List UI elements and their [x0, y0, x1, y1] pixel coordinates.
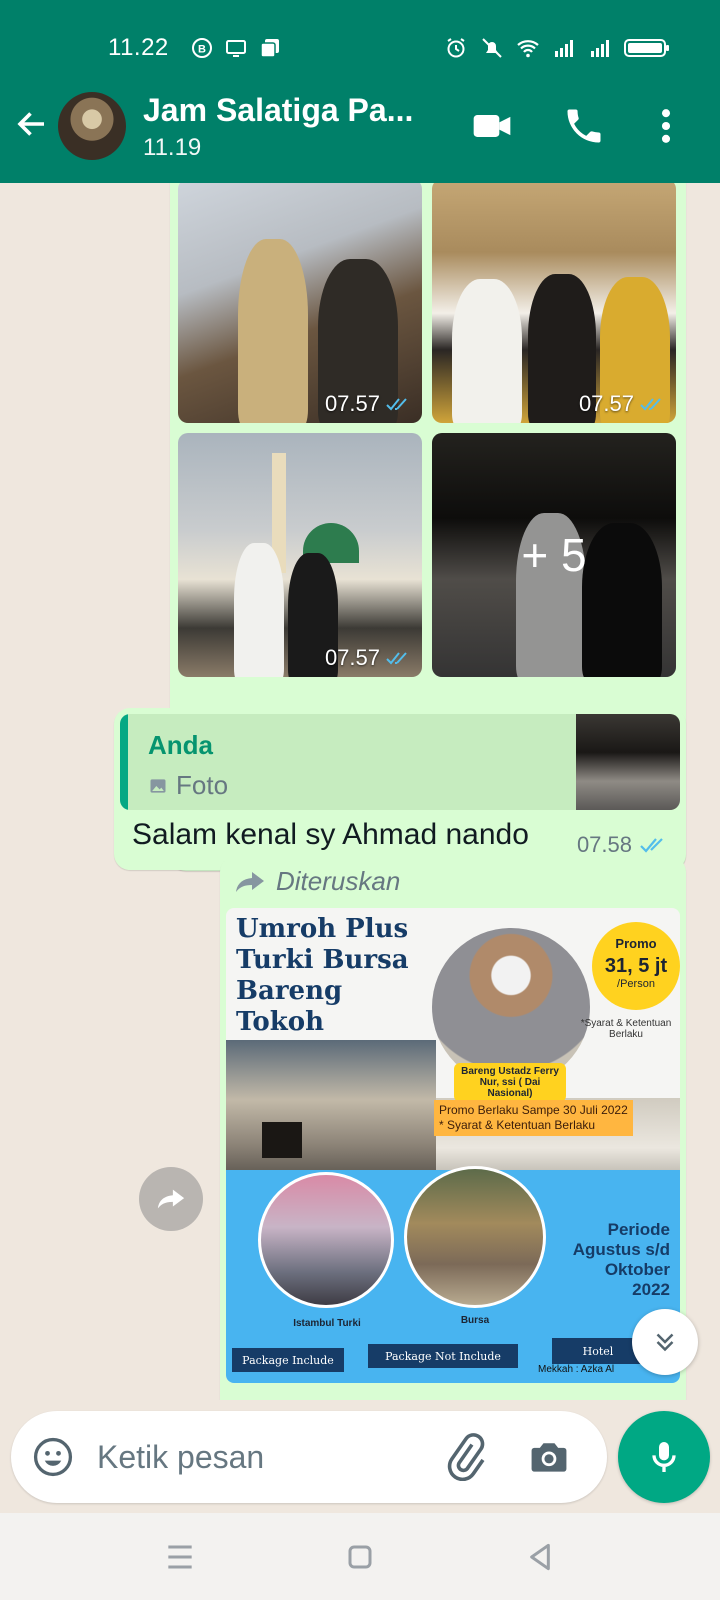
- forward-arrow-icon: [236, 871, 264, 892]
- poster-mecca-photo: [226, 1040, 436, 1190]
- poster-headline: Umroh Plus Turki Bursa Bareng Tokoh: [236, 914, 409, 1037]
- chat-header: Jam Salatiga Pa... 11.19: [0, 88, 720, 168]
- home-icon[interactable]: [340, 1537, 380, 1577]
- voice-message-button[interactable]: [618, 1411, 710, 1503]
- forward-button[interactable]: [139, 1167, 203, 1231]
- message-meta: 07.58: [577, 832, 672, 858]
- svg-text:B: B: [198, 44, 206, 56]
- message-text: Salam kenal sy Ahmad nando: [132, 818, 529, 851]
- attach-icon[interactable]: [441, 1433, 489, 1481]
- video-call-icon[interactable]: [470, 104, 514, 148]
- poster-caption-bursa: Bursa: [460, 1315, 490, 1326]
- quoted-message[interactable]: Anda Foto: [120, 714, 680, 810]
- avatar[interactable]: [58, 92, 126, 160]
- system-navigation-bar: [0, 1513, 720, 1600]
- alarm-icon: [447, 38, 465, 58]
- poster-bursa-photo: [404, 1166, 546, 1308]
- wifi-icon: [517, 40, 539, 58]
- cast-icon: [226, 40, 246, 57]
- promo-poster-image[interactable]: Umroh Plus Turki Bursa Bareng Tokoh Prom…: [226, 908, 680, 1383]
- back-arrow-icon[interactable]: [14, 106, 50, 142]
- mute-icon: [482, 38, 502, 58]
- poster-package-not-include: Package Not Include: [368, 1344, 518, 1368]
- poster-caption-istanbul: Istambul Turki: [293, 1318, 361, 1329]
- b-circle-icon: B: [192, 38, 212, 58]
- photo-thumbnail-more[interactable]: + 5: [432, 433, 676, 677]
- gallery-icon: [260, 39, 279, 58]
- chat-last-seen: 11.19: [143, 134, 202, 161]
- poster-istanbul-photo: [258, 1172, 394, 1308]
- microphone-icon: [652, 1442, 676, 1472]
- poster-promo-badge: Promo 31, 5 jt /Person: [592, 922, 680, 1010]
- read-ticks-icon: [386, 398, 407, 411]
- photo-timestamp: 07.57: [325, 391, 412, 417]
- photo-thumbnail[interactable]: 07.57: [432, 183, 676, 423]
- double-chevron-down-icon: [656, 1333, 674, 1352]
- scroll-to-bottom-button[interactable]: [632, 1309, 698, 1375]
- message-input[interactable]: Ketik pesan: [97, 1439, 264, 1476]
- read-ticks-icon: [386, 652, 407, 665]
- quoted-sender: Anda: [148, 730, 213, 760]
- chat-title[interactable]: Jam Salatiga Pa...: [143, 92, 413, 129]
- photo-thumbnail[interactable]: 07.57: [178, 183, 422, 423]
- poster-period: Periode Agustus s/d Oktober 2022: [572, 1220, 670, 1299]
- quoted-photo-thumbnail: [576, 714, 680, 810]
- poster-package-include: Package Include: [232, 1348, 344, 1372]
- forwarded-label: Diteruskan: [234, 866, 400, 897]
- read-ticks-icon: [640, 398, 661, 411]
- camera-icon[interactable]: [527, 1435, 571, 1479]
- forward-arrow-icon: [157, 1189, 185, 1209]
- image-icon: [150, 778, 166, 793]
- status-time: 11.22: [108, 34, 169, 61]
- signal-icon: [555, 40, 573, 57]
- more-options-icon[interactable]: [644, 104, 688, 148]
- message-composer: Ketik pesan: [11, 1411, 607, 1503]
- read-ticks-icon: [640, 838, 663, 853]
- photo-timestamp: 07.57: [579, 391, 666, 417]
- poster-hotel: Hotel: [552, 1338, 644, 1364]
- reply-message[interactable]: Anda Foto Salam kenal sy Ahmad nando 07.…: [114, 708, 686, 870]
- more-photos-count: + 5: [432, 433, 676, 677]
- poster-ustadz-name: Bareng Ustadz Ferry Nur, ssi ( Dai Nasio…: [454, 1063, 566, 1102]
- menu-icon[interactable]: [160, 1537, 200, 1577]
- photo-timestamp: 07.57: [325, 645, 412, 671]
- back-triangle-icon[interactable]: [520, 1537, 560, 1577]
- forwarded-message[interactable]: Diteruskan Umroh Plus Turki Bursa Bareng…: [220, 856, 686, 1400]
- signal-icon: [591, 40, 609, 57]
- poster-validity: Promo Berlaku Sampe 30 Juli 2022 * Syara…: [434, 1100, 633, 1136]
- poster-mekkah-hotel: Mekkah : Azka Al: [538, 1364, 615, 1375]
- quoted-type: Foto: [148, 770, 228, 801]
- quote-bar: [120, 714, 128, 810]
- call-icon[interactable]: [562, 104, 606, 148]
- status-bar: 11.22 B: [0, 34, 720, 64]
- poster-terms: *Syarat & Ketentuan Berlaku: [580, 1018, 672, 1040]
- poster-kaaba: [262, 1122, 302, 1158]
- top-bar: 11.22 B Jam Salatiga Pa... 11.19: [0, 0, 720, 183]
- battery-icon: [624, 39, 669, 57]
- emoji-icon[interactable]: [31, 1435, 75, 1479]
- chat-area[interactable]: 07.57 07.57 07.57 + 5 Anda Foto Salam ke…: [0, 183, 720, 1400]
- photo-thumbnail[interactable]: 07.57: [178, 433, 422, 677]
